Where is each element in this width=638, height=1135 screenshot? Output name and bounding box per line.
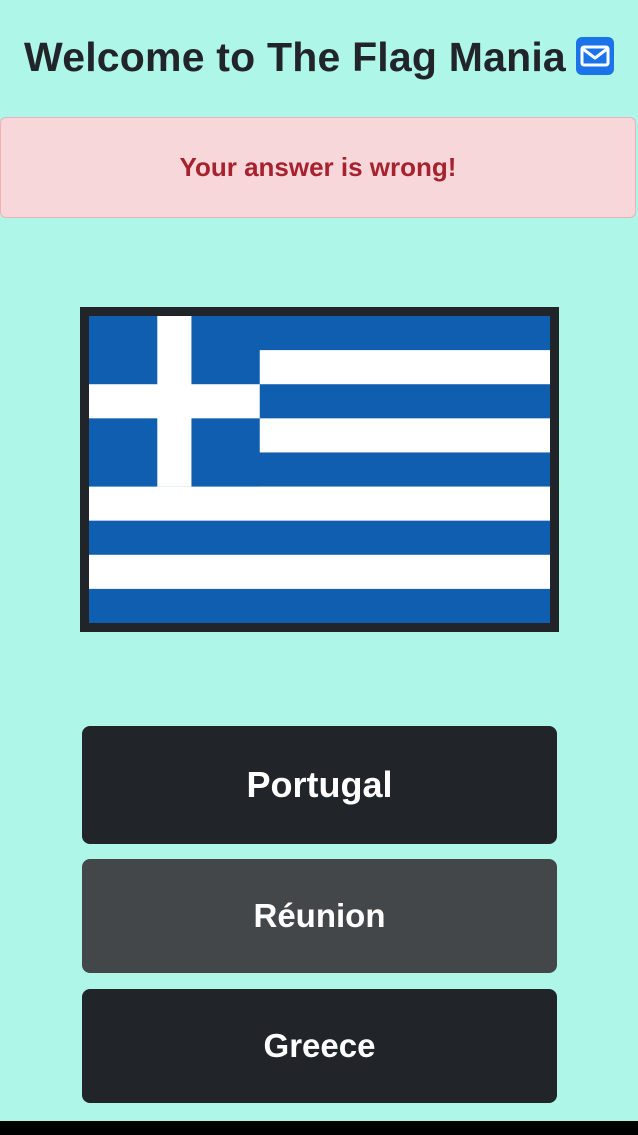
system-navigation-bar — [0, 1121, 638, 1135]
wrong-answer-alert: Your answer is wrong! — [0, 117, 636, 218]
page-title: Welcome to The Flag Mania — [24, 33, 566, 80]
alert-message: Your answer is wrong! — [179, 152, 457, 182]
answer-button-reunion[interactable]: Réunion — [82, 859, 557, 973]
answer-button-greece[interactable]: Greece — [82, 989, 557, 1103]
answer-button-portugal[interactable]: Portugal — [82, 726, 557, 844]
envelope-icon[interactable] — [575, 37, 614, 75]
app-header: Welcome to The Flag Mania — [0, 0, 638, 118]
flag-frame — [80, 307, 559, 632]
flag-of-greece — [89, 316, 550, 623]
